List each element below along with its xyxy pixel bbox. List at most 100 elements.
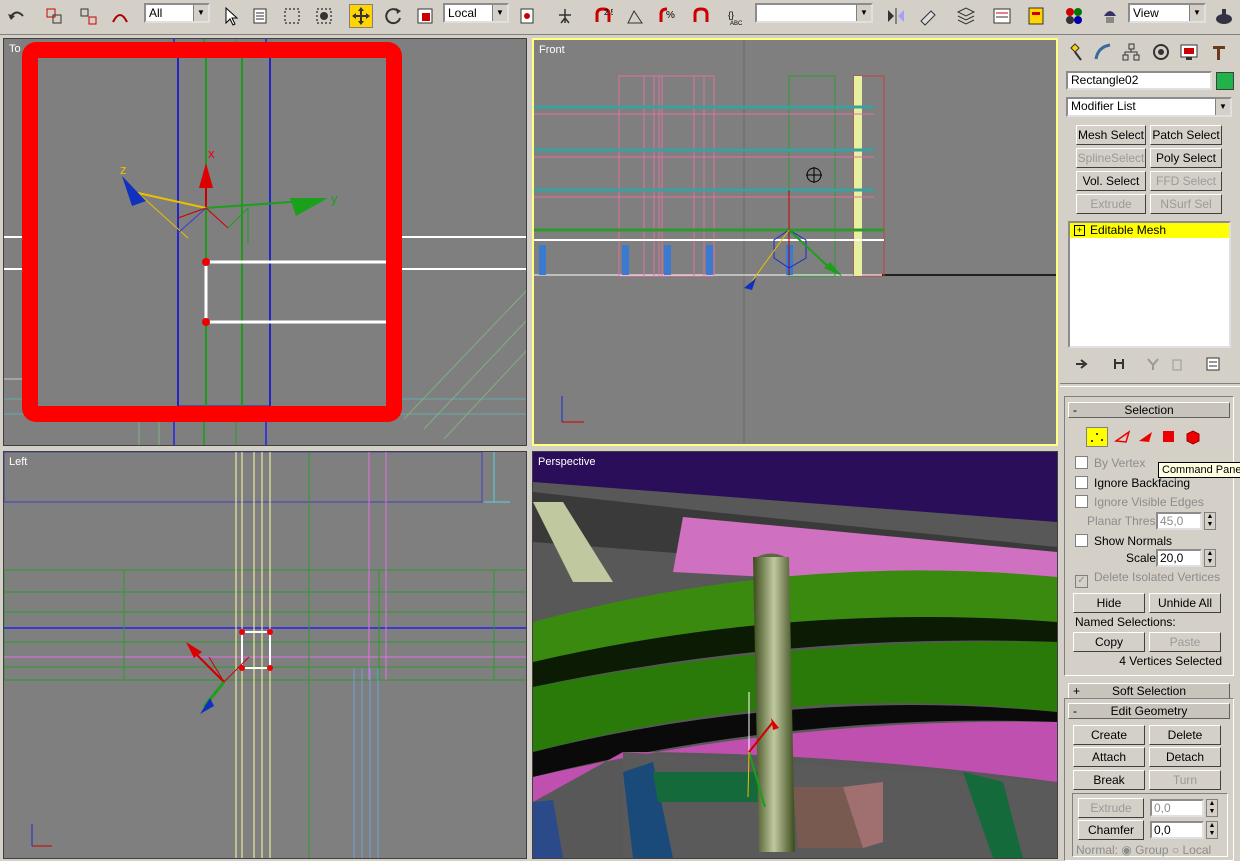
pin-stack-icon[interactable] — [1074, 357, 1088, 374]
delete-button[interactable]: Delete — [1149, 725, 1221, 745]
snap-toggle-icon[interactable]: 2.5 — [591, 4, 615, 28]
modifier-list-dropdown[interactable]: Modifier List ▼ — [1066, 97, 1232, 117]
move-icon[interactable] — [349, 4, 373, 28]
poly-select-button[interactable]: Poly Select — [1150, 148, 1222, 168]
extrude-modifier-button[interactable]: Extrude — [1076, 194, 1146, 214]
vertex-subobject-icon[interactable] — [1086, 427, 1108, 447]
left-viewport[interactable]: Left — [3, 451, 527, 859]
by-vertex-checkbox[interactable]: By Vertex — [1075, 456, 1145, 470]
polygon-subobject-icon[interactable] — [1161, 429, 1177, 448]
y-axis-label: y — [331, 191, 338, 206]
scale-arrows[interactable]: ▲ ▼ — [1204, 549, 1216, 567]
perspective-viewport-label: Perspective — [538, 456, 596, 468]
vol-select-button[interactable]: Vol. Select — [1076, 171, 1146, 191]
select-object-icon[interactable] — [218, 4, 242, 28]
create-button[interactable]: Create — [1073, 725, 1145, 745]
planar-thresh-arrows[interactable]: ▲ ▼ — [1204, 512, 1216, 530]
element-subobject-icon[interactable] — [1184, 429, 1202, 448]
undo-icon[interactable] — [4, 4, 28, 28]
select-link-icon[interactable] — [42, 4, 66, 28]
bind-space-warp-icon[interactable] — [108, 4, 132, 28]
planar-thresh-spinner[interactable]: 45,0 — [1156, 512, 1202, 530]
top-viewport-label: To — [9, 43, 21, 55]
motion-tab-icon[interactable] — [1148, 39, 1174, 65]
reference-coordinate-dropdown[interactable]: Local ▼ — [443, 3, 509, 23]
detach-button[interactable]: Detach — [1149, 747, 1221, 767]
ignore-backfacing-checkbox[interactable]: Ignore Backfacing — [1075, 476, 1190, 490]
extrude-button[interactable]: Extrude — [1078, 798, 1144, 818]
chamfer-arrows[interactable]: ▲ ▼ — [1206, 821, 1218, 839]
expand-icon[interactable]: + — [1074, 225, 1085, 236]
schematic-view-icon[interactable] — [1024, 4, 1048, 28]
layer-manager-icon[interactable] — [954, 4, 978, 28]
unhide-all-button[interactable]: Unhide All — [1149, 593, 1221, 613]
patch-select-button[interactable]: Patch Select — [1150, 125, 1222, 145]
front-viewport-scene — [534, 40, 1056, 444]
quick-render-icon[interactable] — [1212, 4, 1236, 28]
edit-geometry-rollout-header[interactable]: - Edit Geometry — [1068, 703, 1230, 719]
object-color-swatch[interactable] — [1216, 72, 1234, 90]
delete-isolated-vertices-checkbox[interactable]: ✓ Delete Isolated Vertices — [1075, 570, 1220, 588]
unlink-icon[interactable] — [76, 4, 100, 28]
select-by-name-icon[interactable] — [248, 4, 272, 28]
normal-radio-group: Normal: ◉ Group ○ Local — [1076, 843, 1212, 857]
angle-snap-icon[interactable] — [623, 4, 647, 28]
edit-named-selections-icon[interactable]: {} ABC — [725, 4, 749, 28]
spinner-snap-icon[interactable] — [689, 4, 713, 28]
front-viewport[interactable]: Front — [532, 38, 1058, 446]
manipulate-icon[interactable] — [553, 4, 577, 28]
show-normals-checkbox[interactable]: Show Normals — [1075, 534, 1172, 548]
render-scene-icon[interactable] — [1098, 4, 1122, 28]
paste-button[interactable]: Paste — [1149, 632, 1221, 652]
hierarchy-tab-icon[interactable] — [1118, 39, 1144, 65]
ignore-visible-edges-checkbox[interactable]: Ignore Visible Edges — [1075, 495, 1204, 509]
extrude-spinner[interactable]: 0,0 — [1150, 799, 1204, 817]
show-end-result-icon[interactable] — [1112, 357, 1126, 374]
chamfer-spinner[interactable]: 0,0 — [1150, 821, 1204, 839]
render-type-dropdown[interactable]: View ▼ — [1128, 3, 1206, 23]
scale-spinner[interactable]: 20,0 — [1156, 549, 1202, 567]
soft-selection-rollout-header[interactable]: + Soft Selection — [1068, 683, 1230, 699]
copy-button[interactable]: Copy — [1073, 632, 1145, 652]
pivot-center-icon[interactable] — [515, 4, 539, 28]
local-radio[interactable]: ○ Local — [1172, 843, 1211, 857]
remove-modifier-icon[interactable] — [1170, 357, 1184, 374]
named-selection-dropdown[interactable]: ▼ — [755, 3, 873, 23]
top-viewport[interactable]: To x y z — [3, 38, 527, 446]
face-subobject-icon[interactable] — [1137, 429, 1155, 448]
perspective-viewport-scene — [533, 452, 1057, 858]
create-tab-icon[interactable] — [1062, 39, 1088, 65]
percent-snap-icon[interactable]: % — [655, 4, 679, 28]
ffd-select-button[interactable]: FFD Select — [1150, 171, 1222, 191]
selection-filter-dropdown[interactable]: All ▼ — [144, 3, 210, 23]
utilities-tab-icon[interactable] — [1206, 39, 1232, 65]
window-crossing-icon[interactable] — [312, 4, 336, 28]
rotate-icon[interactable] — [381, 4, 405, 28]
modify-tab-icon[interactable] — [1090, 39, 1116, 65]
mirror-icon[interactable] — [884, 4, 908, 28]
stack-item-editable-mesh[interactable]: + Editable Mesh — [1070, 223, 1229, 238]
configure-modifier-sets-icon[interactable] — [1206, 357, 1222, 374]
nsurf-sel-button[interactable]: NSurf Sel — [1150, 194, 1222, 214]
turn-button[interactable]: Turn — [1149, 770, 1221, 790]
edge-subobject-icon[interactable] — [1113, 429, 1132, 448]
break-button[interactable]: Break — [1073, 770, 1145, 790]
extrude-arrows[interactable]: ▲ ▼ — [1206, 799, 1218, 817]
track-view-icon[interactable] — [990, 4, 1014, 28]
chamfer-button[interactable]: Chamfer — [1078, 820, 1144, 840]
selection-status: 4 Vertices Selected — [1119, 654, 1222, 668]
align-icon[interactable] — [916, 4, 940, 28]
spline-select-button[interactable]: SplineSelect — [1076, 148, 1146, 168]
make-unique-icon[interactable] — [1146, 357, 1160, 374]
mesh-select-button[interactable]: Mesh Select — [1076, 125, 1146, 145]
perspective-viewport[interactable]: Perspective — [532, 451, 1058, 859]
rectangular-selection-icon[interactable] — [280, 4, 304, 28]
selection-rollout-header[interactable]: - Selection — [1068, 402, 1230, 418]
group-radio[interactable]: ◉ Group — [1121, 843, 1168, 857]
attach-button[interactable]: Attach — [1073, 747, 1145, 767]
display-tab-icon[interactable] — [1176, 39, 1202, 65]
material-editor-icon[interactable] — [1062, 4, 1086, 28]
object-name-field[interactable]: Rectangle02 — [1066, 71, 1212, 90]
hide-button[interactable]: Hide — [1073, 593, 1145, 613]
scale-icon[interactable] — [413, 4, 437, 28]
